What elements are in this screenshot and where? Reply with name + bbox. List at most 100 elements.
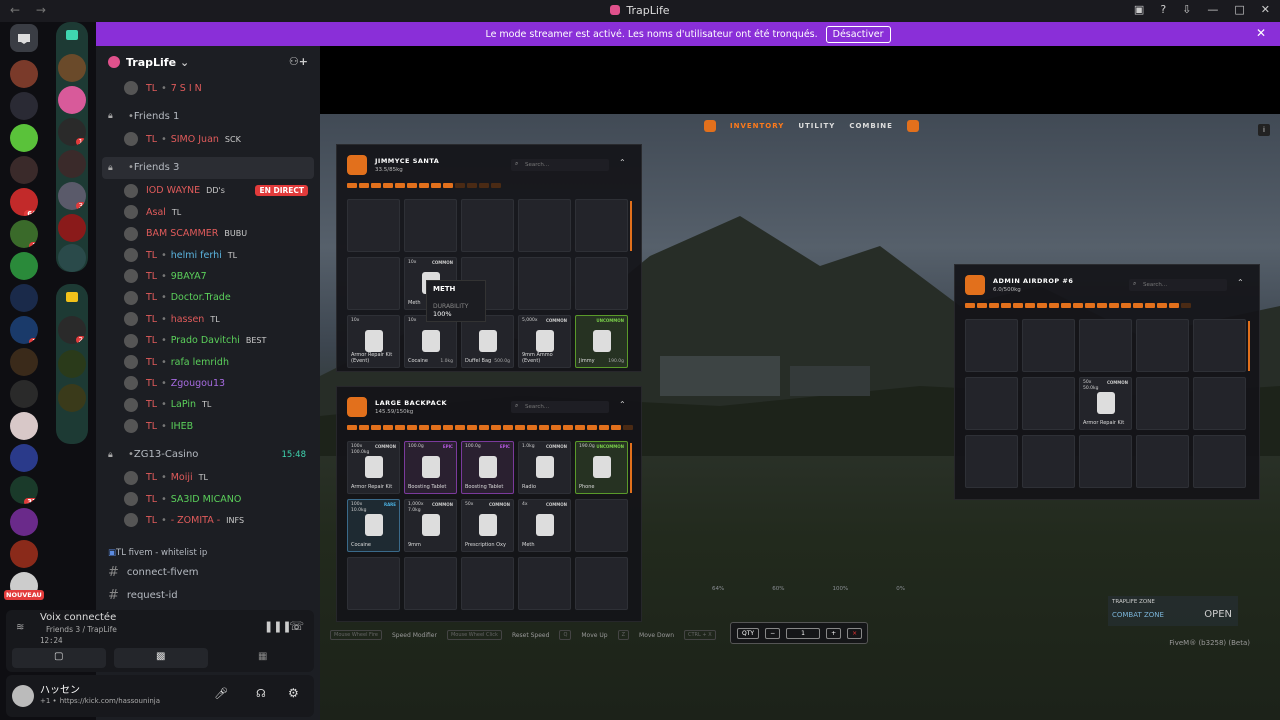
member-row[interactable]: BAM SCAMMER BUBU: [102, 224, 314, 244]
inventory-slot[interactable]: 100.0g EPIC Boosting Tablet: [461, 441, 514, 494]
member-row[interactable]: TL • - ZOMITA - INFS: [102, 510, 314, 530]
qty-minus-button[interactable]: −: [765, 627, 781, 639]
inventory-slot[interactable]: [575, 499, 628, 552]
inventory-slot[interactable]: [965, 377, 1018, 430]
server-icon[interactable]: [10, 380, 38, 408]
qty-plus-button[interactable]: +: [826, 627, 842, 639]
inventory-slot[interactable]: [1193, 377, 1246, 430]
server-icon[interactable]: 66: [10, 188, 38, 216]
qty-input[interactable]: 1: [786, 627, 821, 639]
voice-channel[interactable]: 🔒︎ • ZG13-Casino 15:48: [102, 444, 314, 466]
server-icon[interactable]: [10, 444, 38, 472]
headphones-icon[interactable]: ☊: [256, 687, 266, 700]
server-folder[interactable]: 2: [56, 284, 88, 444]
settings-gear-icon[interactable]: ⚙: [288, 686, 299, 700]
server-icon[interactable]: [10, 412, 38, 440]
member-row[interactable]: TL • rafa lemridh: [102, 352, 314, 372]
inventory-slot[interactable]: 50x 50.0kg COMMON Armor Repair Kit: [1079, 377, 1132, 430]
inventory-slot[interactable]: 190.0g UNCOMMON Phone: [575, 441, 628, 494]
server-icon[interactable]: [58, 384, 86, 412]
inventory-slot[interactable]: 100x 100.0kg COMMON Armor Repair Kit: [347, 441, 400, 494]
server-icon[interactable]: [58, 244, 86, 272]
info-icon[interactable]: i: [1258, 124, 1270, 136]
member-row[interactable]: TL • SA3ID MICANO: [102, 489, 314, 509]
inventory-slot[interactable]: UNCOMMON Jimmy 190.0g: [575, 315, 628, 368]
avatar[interactable]: [12, 685, 34, 707]
search-input[interactable]: Search...: [1129, 279, 1227, 291]
scrollbar[interactable]: [1248, 321, 1250, 371]
collapse-icon[interactable]: ⌃: [1237, 278, 1244, 287]
inventory-slot[interactable]: [575, 557, 628, 610]
inventory-slot[interactable]: [1022, 435, 1075, 488]
inventory-slot[interactable]: [1079, 435, 1132, 488]
inventory-slot[interactable]: [575, 257, 628, 310]
scrollbar[interactable]: [630, 443, 632, 493]
qty-close-button[interactable]: ×: [847, 627, 863, 639]
text-category[interactable]: ▣ TL fivem - whitelist ip: [102, 542, 314, 564]
server-folder[interactable]: 1 3: [56, 22, 88, 272]
member-row[interactable]: TL • Zgougou13: [102, 373, 314, 393]
collapse-icon[interactable]: ⌃: [619, 158, 626, 167]
inventory-slot[interactable]: 1.0kg COMMON Radio: [518, 441, 571, 494]
inventory-slot[interactable]: [1136, 377, 1189, 430]
member-row[interactable]: TL • hassen TL: [102, 309, 314, 329]
inventory-slot[interactable]: [1136, 319, 1189, 372]
inventory-slot[interactable]: [1079, 319, 1132, 372]
server-icon[interactable]: [58, 214, 86, 242]
server-icon[interactable]: [10, 252, 38, 280]
member-row[interactable]: IOD WAYNE DD's EN DIRECT: [102, 181, 314, 201]
inventory-slot[interactable]: [1193, 319, 1246, 372]
maximize-button[interactable]: □: [1234, 3, 1244, 16]
tab-inventory[interactable]: INVENTORY: [730, 122, 784, 130]
inventory-slot[interactable]: 10x Armor Repair Kit (Event): [347, 315, 400, 368]
inbox-icon[interactable]: ▣: [1134, 3, 1144, 16]
inventory-slot[interactable]: 4x COMMON Meth: [518, 499, 571, 552]
inventory-slot[interactable]: [965, 319, 1018, 372]
inventory-slot[interactable]: [1022, 377, 1075, 430]
next-tab-icon[interactable]: [906, 120, 919, 132]
help-icon[interactable]: ?: [1160, 3, 1166, 16]
member-row[interactable]: TL • Doctor.Trade: [102, 288, 314, 308]
server-icon[interactable]: [10, 348, 38, 376]
server-icon[interactable]: 37: [10, 476, 38, 504]
server-icon[interactable]: [58, 350, 86, 378]
server-icon[interactable]: 1: [10, 220, 38, 248]
server-icon[interactable]: 1: [58, 118, 86, 146]
inventory-slot[interactable]: 100.0g EPIC Boosting Tablet: [404, 441, 457, 494]
inventory-slot[interactable]: [518, 557, 571, 610]
member-row[interactable]: TL • 7 S I N: [102, 78, 314, 98]
inventory-slot[interactable]: 1,000x 7.0kg COMMON 9mm: [404, 499, 457, 552]
server-icon[interactable]: [10, 284, 38, 312]
member-row[interactable]: TL • Moiji TL: [102, 468, 314, 488]
voice-channel[interactable]: 🔒︎ • Friends 1: [102, 105, 314, 127]
inventory-slot[interactable]: 10xCOMMONCocaine1.0kg: [404, 315, 457, 368]
member-row[interactable]: TL • IHEB: [102, 416, 314, 436]
text-channel[interactable]: # connect-fivem: [102, 562, 314, 584]
close-icon[interactable]: ✕: [1256, 26, 1266, 40]
search-input[interactable]: Search...: [511, 401, 609, 413]
download-icon[interactable]: ⇩: [1182, 3, 1191, 16]
member-row[interactable]: TL • Prado Davitchi BEST: [102, 331, 314, 351]
prev-tab-icon[interactable]: [704, 120, 716, 132]
scrollbar[interactable]: [630, 201, 632, 251]
inventory-slot[interactable]: [347, 557, 400, 610]
soundboard-icon[interactable]: ❚❚❚: [264, 620, 292, 633]
tab-combine[interactable]: COMBINE: [849, 122, 893, 130]
server-icon[interactable]: 3: [10, 316, 38, 344]
voice-channel[interactable]: 🔒︎ • Friends 3: [102, 156, 314, 179]
server-icon[interactable]: [10, 92, 38, 120]
server-header[interactable]: TrapLife ⌄ ⚇+: [96, 46, 320, 78]
inventory-slot[interactable]: [1193, 435, 1246, 488]
server-icon[interactable]: [10, 60, 38, 88]
inventory-slot[interactable]: [575, 199, 628, 252]
inventory-slot[interactable]: [347, 257, 400, 310]
member-row[interactable]: TL • helmi ferhi TL: [102, 245, 314, 265]
inventory-slot[interactable]: [347, 199, 400, 252]
inventory-slot[interactable]: [1136, 435, 1189, 488]
server-icon[interactable]: 3: [58, 182, 86, 210]
inventory-slot[interactable]: [404, 557, 457, 610]
discord-home-icon[interactable]: [10, 24, 38, 52]
close-window-button[interactable]: ✕: [1261, 3, 1270, 16]
inventory-slot[interactable]: 50x COMMON Prescription Oxy: [461, 499, 514, 552]
microphone-icon[interactable]: 🎤︎: [214, 687, 228, 700]
